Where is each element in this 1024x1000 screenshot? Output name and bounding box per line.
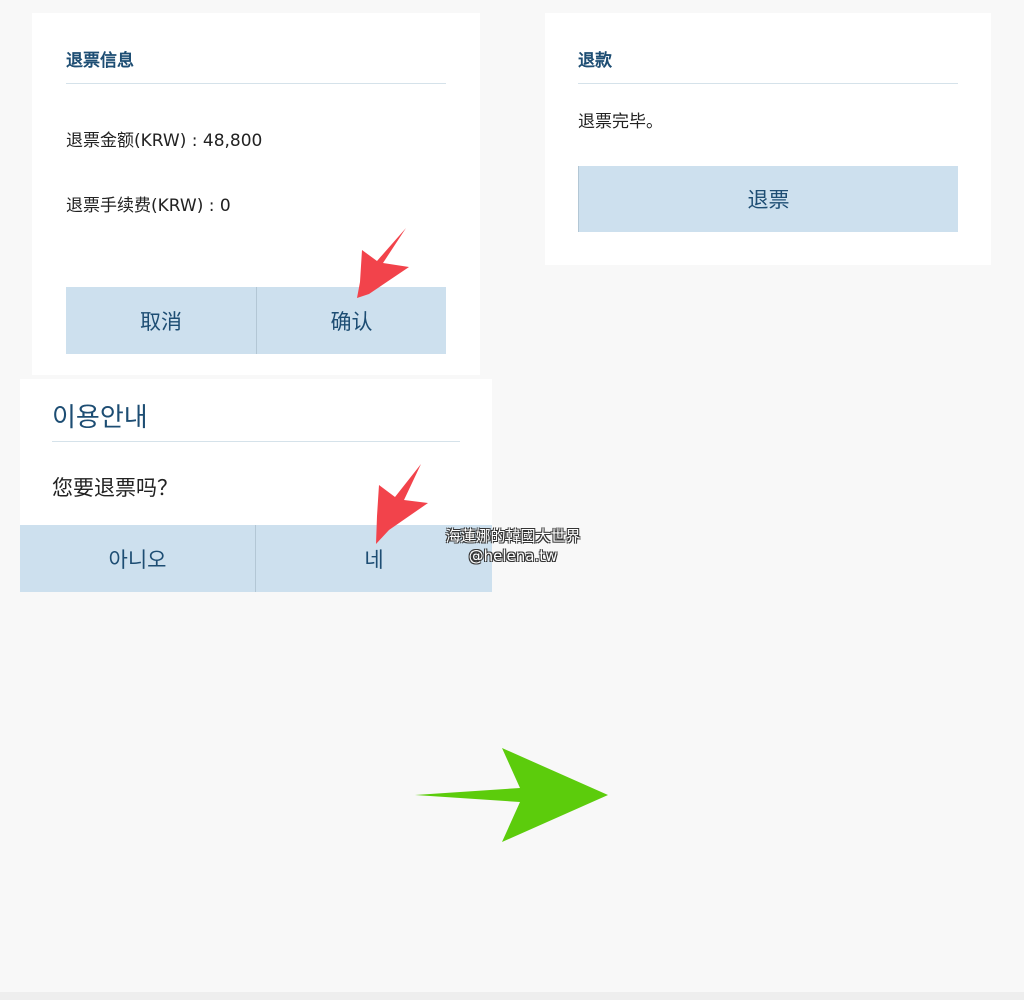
arrow-right-icon — [415, 748, 608, 842]
